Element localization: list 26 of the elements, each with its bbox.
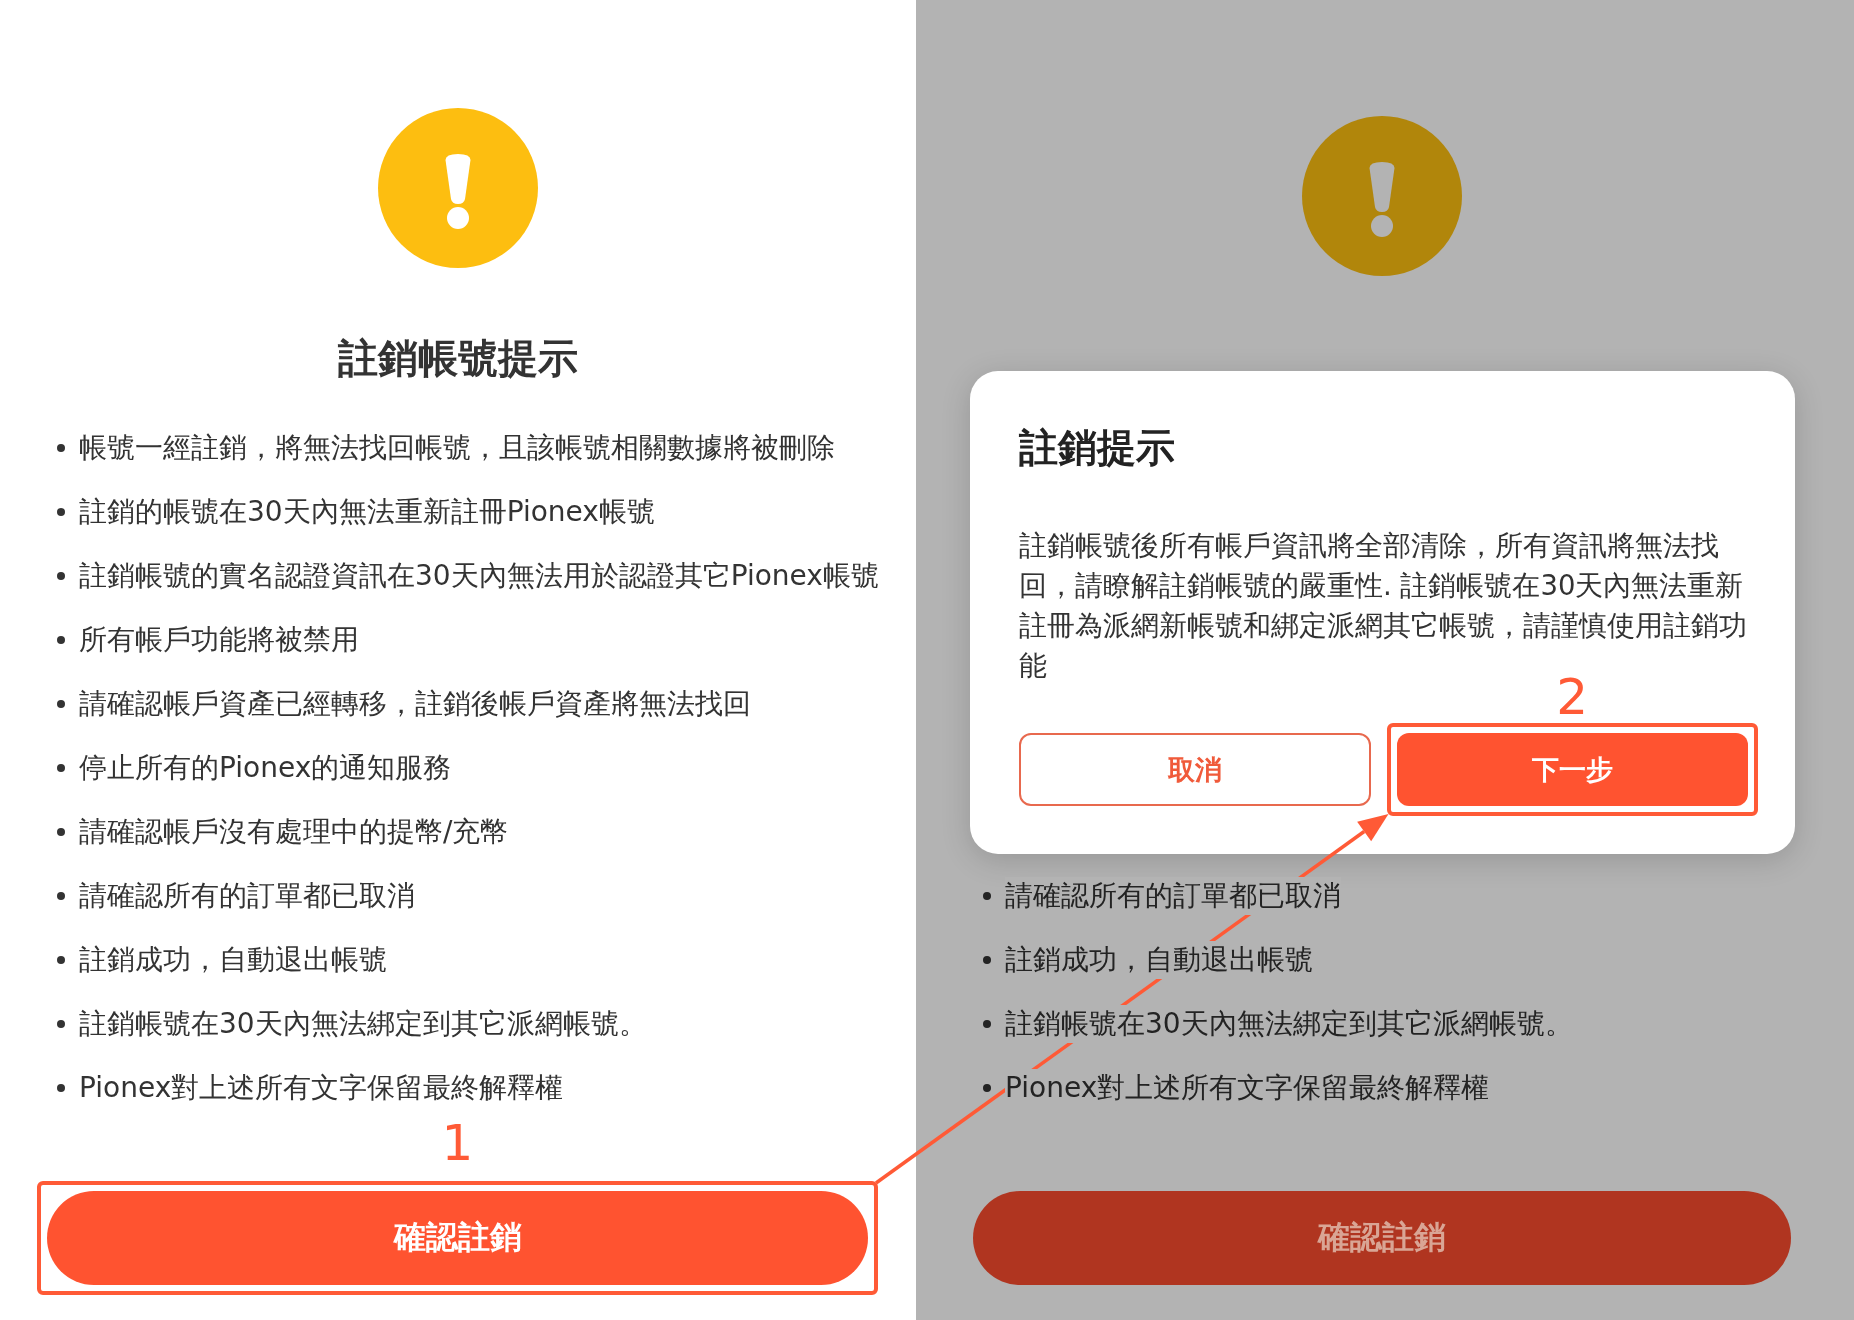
warning-icon bbox=[1302, 116, 1462, 276]
bullet-icon bbox=[57, 700, 65, 708]
page-title: 註銷帳號提示 bbox=[337, 338, 578, 378]
bullet-icon bbox=[57, 1020, 65, 1028]
notice-text: 註銷成功，自動退出帳號 bbox=[1005, 941, 1313, 979]
warning-icon bbox=[377, 108, 538, 268]
next-button[interactable]: 下一步 bbox=[1396, 733, 1748, 806]
bullet-icon bbox=[57, 1084, 65, 1092]
bullet-icon bbox=[983, 956, 991, 964]
bullet-icon bbox=[57, 508, 65, 516]
confirm-button[interactable]: 確認註銷 bbox=[47, 1191, 868, 1285]
step-number: 1 bbox=[441, 1118, 474, 1168]
bullet-icon bbox=[57, 764, 65, 772]
bullet-icon bbox=[57, 828, 65, 836]
cancel-button[interactable]: 取消 bbox=[1019, 733, 1371, 806]
bullet-icon bbox=[57, 636, 65, 644]
confirm-button[interactable]: 確認註銷 bbox=[973, 1191, 1791, 1285]
bullet-icon bbox=[983, 1020, 991, 1028]
bullet-icon bbox=[57, 892, 65, 900]
bullet-icon bbox=[57, 956, 65, 964]
bullet-icon bbox=[983, 892, 991, 900]
bullet-icon bbox=[57, 444, 65, 452]
bullet-icon bbox=[983, 1084, 991, 1092]
dialog-title: 註銷提示 bbox=[1019, 428, 1175, 467]
bullet-icon bbox=[57, 572, 65, 580]
notice-text: 請確認所有的訂單都已取消 bbox=[1005, 877, 1341, 915]
